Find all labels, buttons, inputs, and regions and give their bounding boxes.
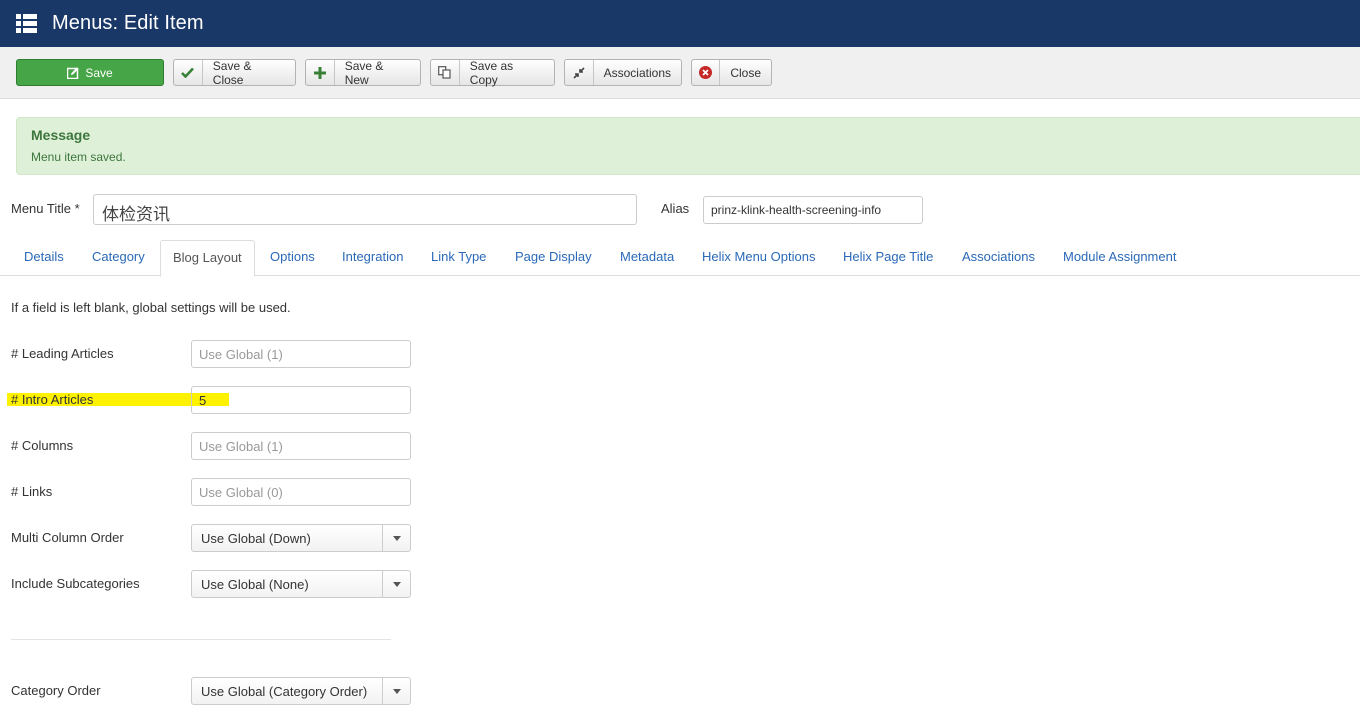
message-text: Menu item saved. xyxy=(31,150,126,164)
message-heading: Message xyxy=(31,127,91,143)
leading-articles-placeholder: Use Global (1) xyxy=(199,347,283,362)
tab-associations[interactable]: Associations xyxy=(962,249,1035,264)
section-divider xyxy=(11,639,391,640)
cancel-circle-icon xyxy=(699,66,713,79)
columns-input[interactable]: Use Global (1) xyxy=(191,432,411,460)
intro-articles-value: 5 xyxy=(199,393,207,408)
leading-articles-label: # Leading Articles xyxy=(11,346,114,361)
check-icon xyxy=(181,67,195,78)
save-button-label: Save xyxy=(85,65,113,80)
multi-column-order-select[interactable]: Use Global (Down) xyxy=(191,524,411,552)
save-as-copy-label: Save as Copy xyxy=(469,58,514,87)
close-label: Close xyxy=(730,65,761,80)
tab-options[interactable]: Options xyxy=(270,249,315,264)
save-as-copy-button[interactable]: Save as Copy xyxy=(430,58,555,87)
category-order-value: Use Global (Category Order) xyxy=(201,684,368,699)
category-order-select[interactable]: Use Global (Category Order) xyxy=(191,677,411,705)
associations-button[interactable]: Associations xyxy=(564,59,682,86)
close-button[interactable]: Close xyxy=(691,59,772,86)
form-hint: If a field is left blank, global setting… xyxy=(11,300,291,315)
save-close-button[interactable]: Save & Close xyxy=(173,58,296,87)
tab-integration[interactable]: Integration xyxy=(342,249,403,264)
include-subcategories-select[interactable]: Use Global (None) xyxy=(191,570,411,598)
multi-column-order-value: Use Global (Down) xyxy=(201,531,311,546)
list-icon xyxy=(16,14,37,33)
success-message: Message Menu item saved. xyxy=(16,117,1360,175)
tab-page-display[interactable]: Page Display xyxy=(515,249,592,264)
associations-label: Associations xyxy=(603,65,671,80)
columns-placeholder: Use Global (1) xyxy=(199,439,283,454)
columns-label: # Columns xyxy=(11,438,74,453)
tab-link-type[interactable]: Link Type xyxy=(431,249,486,264)
chevron-down-icon xyxy=(382,571,410,597)
include-subcategories-label: Include Subcategories xyxy=(11,576,140,591)
save-new-label: Save & New xyxy=(344,58,384,87)
tab-bar: Details Category Blog Layout Options Int… xyxy=(0,240,1360,277)
tab-category[interactable]: Category xyxy=(92,249,145,264)
edit-icon xyxy=(67,67,79,79)
menu-title-input[interactable]: 体检资讯 xyxy=(93,194,637,225)
tab-helix-menu-options[interactable]: Helix Menu Options xyxy=(702,249,815,264)
category-order-label: Category Order xyxy=(11,683,101,698)
links-placeholder: Use Global (0) xyxy=(199,485,283,500)
alias-label: Alias xyxy=(661,201,690,216)
contract-icon xyxy=(573,66,585,79)
menu-title-label: Menu Title * xyxy=(11,201,80,216)
page-title: Menus: Edit Item xyxy=(52,12,204,34)
chevron-down-icon xyxy=(382,678,410,704)
intro-articles-input[interactable]: 5 xyxy=(191,386,411,414)
tab-details[interactable]: Details xyxy=(24,249,64,264)
leading-articles-input[interactable]: Use Global (1) xyxy=(191,340,411,368)
intro-articles-label: # Intro Articles xyxy=(11,392,94,407)
multi-column-order-label: Multi Column Order xyxy=(11,530,124,545)
alias-input[interactable]: prinz-klink-health-screening-info xyxy=(703,196,923,224)
tab-helix-page-title[interactable]: Helix Page Title xyxy=(843,249,933,264)
links-label: # Links xyxy=(11,484,53,499)
links-input[interactable]: Use Global (0) xyxy=(191,478,411,506)
chevron-down-icon xyxy=(382,525,410,551)
save-new-button[interactable]: Save & New xyxy=(305,58,421,87)
include-subcategories-value: Use Global (None) xyxy=(201,577,309,592)
save-button[interactable]: Save xyxy=(16,59,164,86)
tab-metadata[interactable]: Metadata xyxy=(620,249,674,264)
save-close-label: Save & Close xyxy=(212,58,252,87)
copy-icon xyxy=(438,66,451,79)
app-header: Menus: Edit Item xyxy=(0,0,1360,47)
tab-blog-layout[interactable]: Blog Layout xyxy=(160,240,255,277)
tab-module-assignment[interactable]: Module Assignment xyxy=(1063,249,1176,264)
toolbar: Save Save & Close Save & New Save as Cop… xyxy=(0,47,1360,99)
required-marker: * xyxy=(74,201,80,216)
plus-icon xyxy=(313,66,326,79)
